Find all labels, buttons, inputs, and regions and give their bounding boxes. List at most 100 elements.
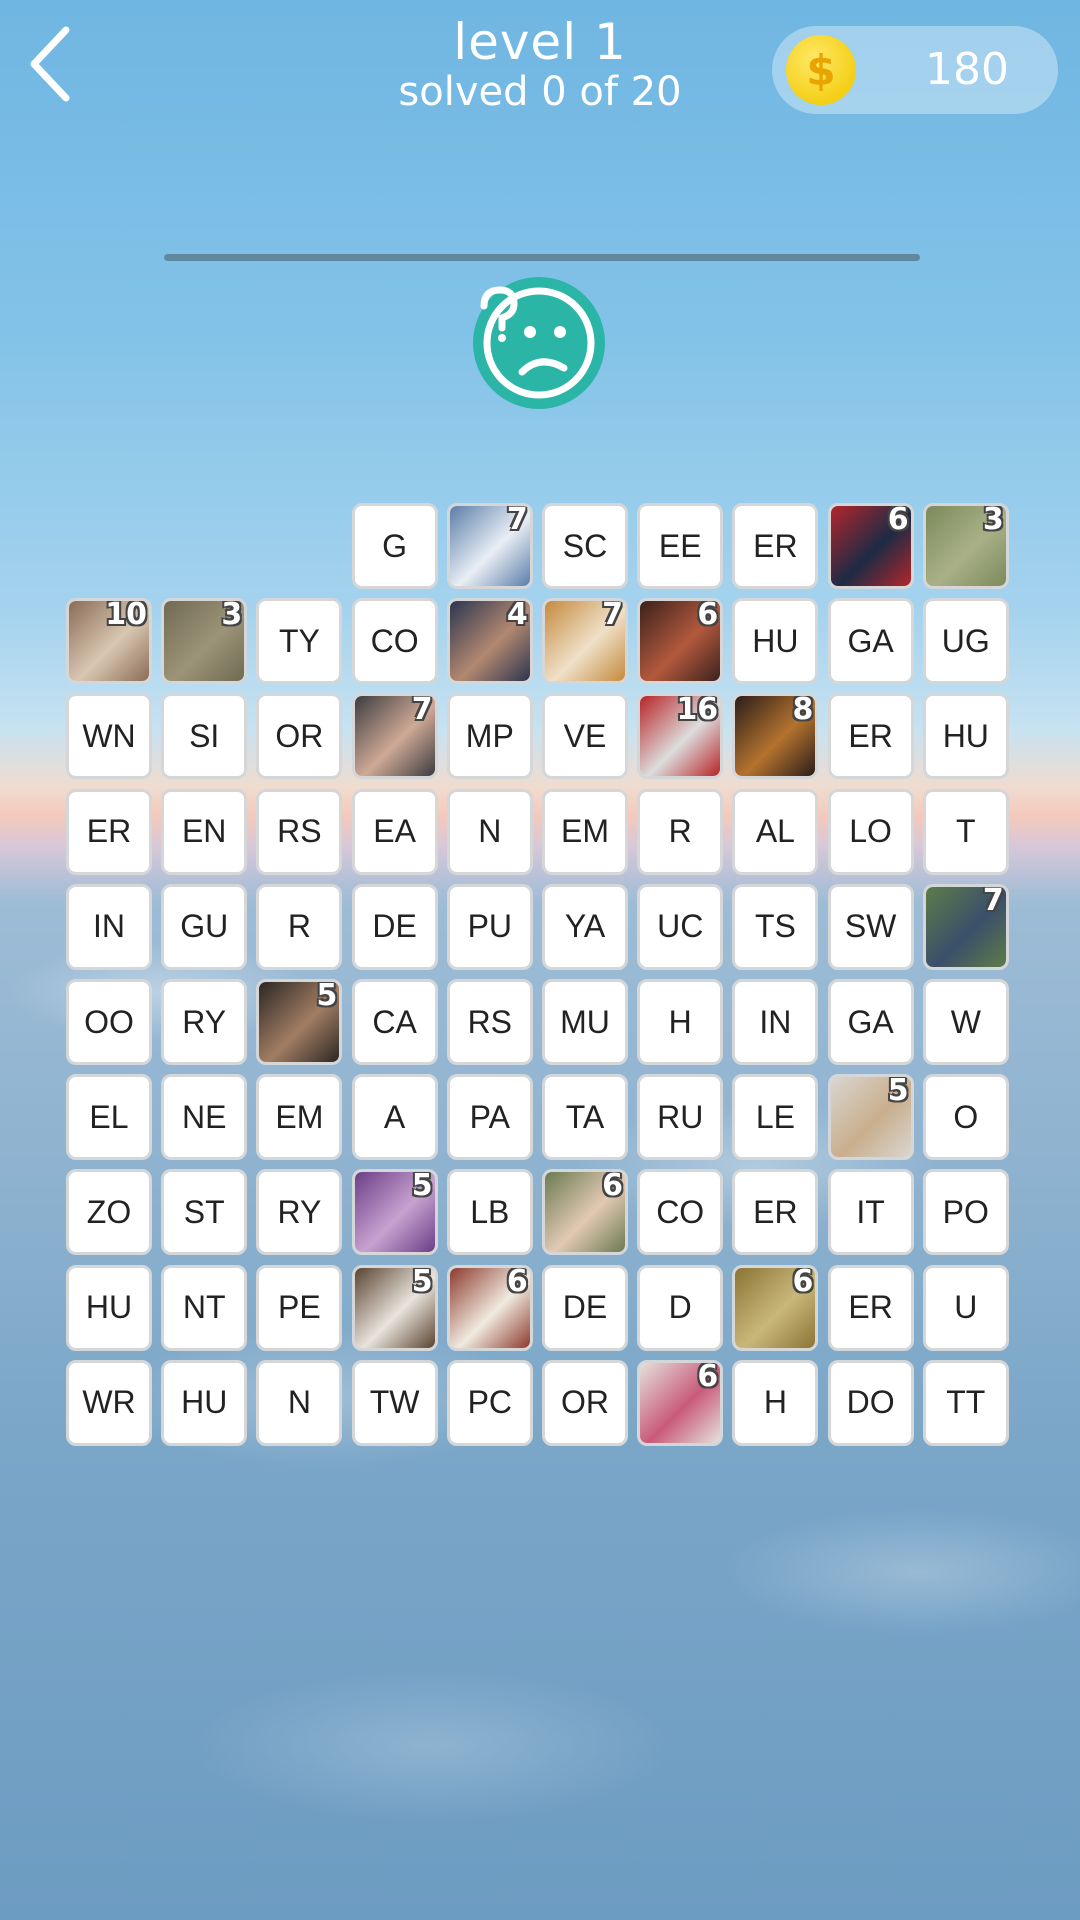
letter-tile[interactable]: SI [161,693,248,780]
tile-letters: H [668,1003,692,1040]
letter-tile[interactable]: OO [66,979,152,1065]
letter-tile[interactable]: N [256,1359,343,1446]
letter-tile[interactable]: ER [732,503,819,589]
letter-tile[interactable]: RS [256,788,343,875]
letter-tile[interactable]: GU [161,883,248,970]
letter-tile[interactable]: WN [66,693,152,780]
letter-tile[interactable]: YA [542,883,628,970]
letter-tile[interactable]: PC [446,1359,533,1446]
picture-tile[interactable]: 6 [542,1169,628,1256]
letter-tile[interactable]: MU [542,979,628,1065]
letter-tile[interactable]: UG [922,598,1009,685]
letter-tile[interactable]: EM [256,1074,343,1161]
letter-tile[interactable]: LO [827,788,914,875]
picture-tile[interactable]: 6 [637,598,724,685]
letter-tile[interactable]: G [351,503,438,589]
picture-tile[interactable]: 3 [922,503,1009,589]
tile-letters: CO [370,622,419,659]
letter-tile[interactable]: MP [446,693,533,780]
letter-tile[interactable]: ER [66,788,152,875]
letter-tile[interactable]: T [922,788,1009,875]
picture-tile[interactable]: 5 [351,1169,438,1256]
picture-tile[interactable]: 5 [351,1264,438,1351]
letter-tile[interactable]: H [637,979,724,1065]
letter-tile[interactable]: TT [922,1359,1009,1446]
letter-tile[interactable]: H [732,1359,819,1446]
picture-tile[interactable]: 10 [66,598,152,685]
letter-tile[interactable]: NT [161,1264,248,1351]
picture-tile[interactable]: 5 [827,1074,914,1161]
letter-tile[interactable]: TA [542,1074,628,1161]
letter-tile[interactable]: DO [827,1359,914,1446]
picture-tile[interactable]: 7 [542,598,628,685]
letter-tile[interactable]: ST [161,1169,248,1256]
letter-tile[interactable]: HU [922,693,1009,780]
letter-tile[interactable]: W [922,979,1009,1065]
letter-tile[interactable]: SW [827,883,914,970]
letter-tile[interactable]: UC [637,883,724,970]
letter-tile[interactable]: LE [732,1074,819,1161]
letter-tile[interactable]: EE [637,503,724,589]
picture-tile[interactable]: 7 [351,693,438,780]
letter-tile[interactable]: VE [542,693,628,780]
picture-tile[interactable]: 7 [922,883,1009,970]
picture-tile[interactable]: 6 [637,1359,724,1446]
letter-tile[interactable]: EM [542,788,628,875]
letter-tile[interactable]: IN [66,883,152,970]
letter-tile[interactable]: PO [922,1169,1009,1256]
letter-tile[interactable]: TY [256,598,343,685]
letter-tile[interactable]: IT [827,1169,914,1256]
letter-tile[interactable]: WR [66,1359,152,1446]
letter-tile[interactable]: HU [161,1359,248,1446]
letter-tile[interactable]: N [446,788,533,875]
letter-tile[interactable]: SC [542,503,628,589]
letter-tile[interactable]: D [637,1264,724,1351]
letter-tile[interactable]: HU [732,598,819,685]
letter-tile[interactable]: ER [827,693,914,780]
letter-tile[interactable]: AL [732,788,819,875]
letter-tile[interactable]: A [351,1074,438,1161]
picture-tile[interactable]: 3 [161,598,248,685]
letter-tile[interactable]: GA [827,979,914,1065]
letter-tile[interactable]: HU [66,1264,152,1351]
letter-tile[interactable]: OR [256,693,343,780]
picture-tile[interactable]: 16 [637,693,724,780]
letter-tile[interactable]: RY [161,979,248,1065]
picture-tile[interactable]: 5 [256,979,343,1065]
letter-tile[interactable]: NE [161,1074,248,1161]
letter-tile[interactable]: GA [827,598,914,685]
picture-tile[interactable]: 6 [732,1264,819,1351]
letter-tile[interactable]: U [922,1264,1009,1351]
letter-tile[interactable]: ZO [66,1169,152,1256]
letter-tile[interactable]: O [922,1074,1009,1161]
letter-tile[interactable]: PA [446,1074,533,1161]
letter-tile[interactable]: ER [732,1169,819,1256]
letter-tile[interactable]: TW [351,1359,438,1446]
letter-tile[interactable]: R [637,788,724,875]
letter-tile[interactable]: EA [351,788,438,875]
picture-tile[interactable]: 6 [446,1264,533,1351]
letter-tile[interactable]: RY [256,1169,343,1256]
letter-tile[interactable]: RS [446,979,533,1065]
letter-tile[interactable]: DE [351,883,438,970]
letter-tile[interactable]: RU [637,1074,724,1161]
letter-tile[interactable]: ER [827,1264,914,1351]
letter-tile[interactable]: CO [351,598,438,685]
letter-tile[interactable]: TS [732,883,819,970]
tile-letters: ER [848,717,893,754]
letter-tile[interactable]: EL [66,1074,152,1161]
picture-tile[interactable]: 4 [446,598,533,685]
letter-tile[interactable]: CA [351,979,438,1065]
picture-tile[interactable]: 6 [827,503,914,589]
letter-tile[interactable]: EN [161,788,248,875]
letter-tile[interactable]: CO [637,1169,724,1256]
picture-tile[interactable]: 8 [732,693,819,780]
picture-tile[interactable]: 7 [446,503,533,589]
letter-tile[interactable]: DE [542,1264,628,1351]
letter-tile[interactable]: PU [446,883,533,970]
letter-tile[interactable]: LB [446,1169,533,1256]
letter-tile[interactable]: PE [256,1264,343,1351]
letter-tile[interactable]: OR [542,1359,628,1446]
letter-tile[interactable]: R [256,883,343,970]
letter-tile[interactable]: IN [732,979,819,1065]
